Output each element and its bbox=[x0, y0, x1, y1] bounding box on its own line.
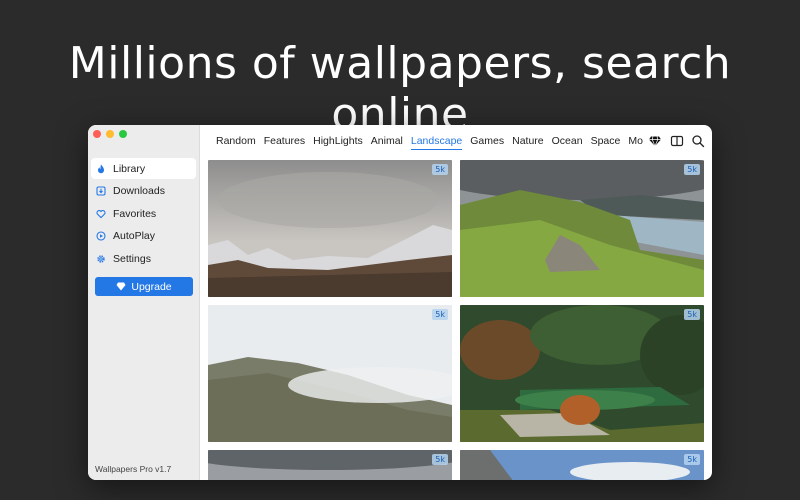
tab-nature[interactable]: Nature bbox=[512, 135, 544, 150]
resolution-badge: 5k bbox=[684, 164, 700, 175]
tab-features[interactable]: Features bbox=[264, 135, 305, 150]
play-icon bbox=[96, 231, 106, 241]
upgrade-button[interactable]: Upgrade bbox=[95, 277, 193, 296]
sidebar-item-label: Settings bbox=[113, 252, 151, 265]
tab-ocean[interactable]: Ocean bbox=[552, 135, 583, 150]
heart-icon bbox=[96, 209, 106, 218]
resolution-badge: 5k bbox=[432, 309, 448, 320]
gear-icon bbox=[97, 254, 105, 263]
sidebar: Library Downloads Favorites AutoPlay Set… bbox=[88, 125, 200, 480]
wallpaper-thumbnail[interactable]: 5k bbox=[460, 305, 704, 442]
category-tabs: Random Features HighLights Animal Landsc… bbox=[216, 135, 643, 150]
diamond-icon bbox=[116, 282, 126, 291]
tab-games[interactable]: Games bbox=[470, 135, 504, 150]
sidebar-nav: Library Downloads Favorites AutoPlay Set… bbox=[91, 158, 196, 271]
app-window: Library Downloads Favorites AutoPlay Set… bbox=[88, 125, 712, 480]
wallpaper-thumbnail[interactable]: 5k bbox=[208, 160, 452, 297]
minimize-button[interactable] bbox=[106, 130, 114, 138]
resolution-badge: 5k bbox=[432, 454, 448, 465]
version-label: Wallpapers Pro v1.7 bbox=[95, 464, 172, 474]
search-icon[interactable] bbox=[691, 134, 705, 148]
zoom-button[interactable] bbox=[119, 130, 127, 138]
sidebar-item-label: Downloads bbox=[113, 185, 165, 197]
main-content: Random Features HighLights Animal Landsc… bbox=[200, 125, 712, 480]
resolution-badge: 5k bbox=[432, 164, 448, 175]
sidebar-item-label: AutoPlay bbox=[113, 230, 156, 242]
sidebar-item-library[interactable]: Library bbox=[91, 158, 196, 179]
sidebar-item-settings[interactable]: Settings bbox=[91, 248, 196, 269]
wallpaper-thumbnail[interactable]: 5k bbox=[208, 305, 452, 442]
flame-icon bbox=[98, 164, 104, 173]
sidebar-toggle-icon[interactable] bbox=[670, 134, 684, 148]
sidebar-item-downloads[interactable]: Downloads bbox=[91, 181, 196, 202]
tab-animal[interactable]: Animal bbox=[371, 135, 403, 150]
sidebar-item-favorites[interactable]: Favorites bbox=[91, 203, 196, 224]
sidebar-item-autoplay[interactable]: AutoPlay bbox=[91, 226, 196, 247]
wallpaper-thumbnail[interactable]: 5k bbox=[460, 160, 704, 297]
tab-landscape[interactable]: Landscape bbox=[410, 135, 463, 150]
tab-space[interactable]: Space bbox=[591, 135, 621, 150]
tab-random[interactable]: Random bbox=[216, 135, 256, 150]
wallpaper-thumbnail[interactable]: 5k bbox=[460, 450, 704, 480]
wallpaper-thumbnail[interactable]: 5k bbox=[208, 450, 452, 480]
tab-highlights[interactable]: HighLights bbox=[313, 135, 363, 150]
resolution-badge: 5k bbox=[684, 454, 700, 465]
close-button[interactable] bbox=[93, 130, 101, 138]
sidebar-item-label: Library bbox=[113, 162, 146, 175]
tab-mountain[interactable]: Mountai bbox=[628, 135, 643, 150]
sidebar-item-label: Favorites bbox=[113, 207, 157, 220]
diamond-icon[interactable] bbox=[648, 134, 662, 148]
upgrade-label: Upgrade bbox=[131, 280, 172, 293]
window-controls bbox=[93, 130, 127, 138]
download-icon bbox=[96, 186, 106, 196]
resolution-badge: 5k bbox=[684, 309, 700, 320]
